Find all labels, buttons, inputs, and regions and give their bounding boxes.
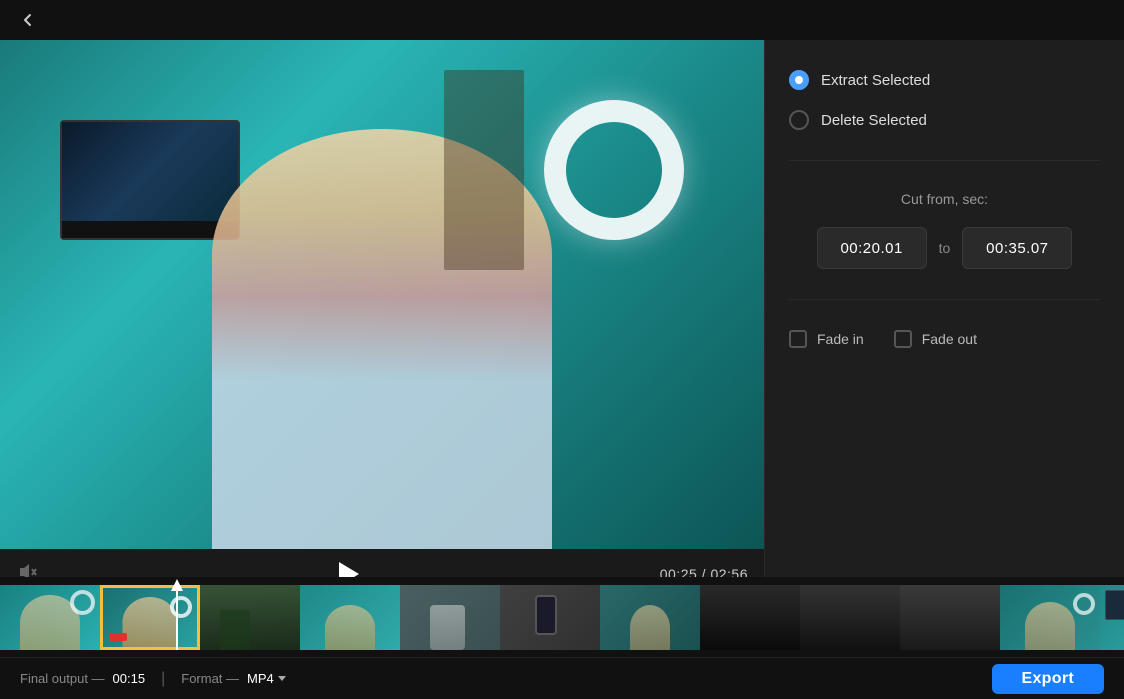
- final-output-value: 00:15: [113, 671, 146, 686]
- bottom-bar: Final output — 00:15 | Format — MP4 Expo…: [0, 657, 1124, 699]
- timeline-thumb-7[interactable]: [600, 585, 700, 650]
- fade-out-label: Fade out: [922, 331, 977, 347]
- ring-light-prop: [544, 100, 684, 240]
- playhead[interactable]: [176, 585, 178, 650]
- final-output-label: Final output —: [20, 671, 105, 686]
- format-select[interactable]: MP4: [247, 671, 286, 686]
- video-player[interactable]: [0, 40, 764, 549]
- format-value: MP4: [247, 671, 274, 686]
- options-section: Extract Selected Delete Selected: [789, 70, 1100, 161]
- timeline-inner: [0, 585, 1124, 650]
- delete-selected-label: Delete Selected: [821, 112, 927, 129]
- timeline-strip[interactable]: [0, 585, 1124, 650]
- delete-radio-button[interactable]: [789, 110, 809, 130]
- timeline-thumb-8[interactable]: [700, 585, 800, 650]
- separator-1: |: [161, 670, 165, 688]
- timeline-thumb-9[interactable]: [800, 585, 900, 650]
- video-frame: [0, 40, 764, 549]
- top-bar: [0, 0, 1124, 40]
- cut-from-input[interactable]: 00:20.01: [817, 227, 927, 269]
- export-button[interactable]: Export: [992, 664, 1104, 694]
- cut-inputs-row: 00:20.01 to 00:35.07: [789, 227, 1100, 269]
- to-separator: to: [939, 240, 951, 256]
- monitor-prop: [60, 120, 240, 240]
- chevron-down-icon: [278, 676, 286, 681]
- cut-from-label: Cut from, sec:: [789, 191, 1100, 207]
- fade-in-label: Fade in: [817, 331, 864, 347]
- back-button[interactable]: [14, 6, 42, 34]
- cut-to-input[interactable]: 00:35.07: [962, 227, 1072, 269]
- main-layout: 00:25 / 02:56 Extract Selected Delete Se…: [0, 40, 1124, 599]
- timeline-thumb-4[interactable]: [300, 585, 400, 650]
- timeline-thumb-6[interactable]: [500, 585, 600, 650]
- extract-selected-option[interactable]: Extract Selected: [789, 70, 1100, 90]
- right-panel: Extract Selected Delete Selected Cut fro…: [764, 40, 1124, 599]
- fade-out-option[interactable]: Fade out: [894, 330, 977, 348]
- timeline-section: [0, 577, 1124, 657]
- fade-in-option[interactable]: Fade in: [789, 330, 864, 348]
- timeline-thumb-1[interactable]: [0, 585, 100, 650]
- timeline-thumb-3[interactable]: [200, 585, 300, 650]
- timeline-thumb-12[interactable]: [1100, 585, 1124, 650]
- fade-in-checkbox[interactable]: [789, 330, 807, 348]
- fade-out-checkbox[interactable]: [894, 330, 912, 348]
- monitor-screen: [62, 122, 238, 221]
- timeline-thumb-5[interactable]: [400, 585, 500, 650]
- extract-selected-label: Extract Selected: [821, 72, 930, 89]
- extract-radio-button[interactable]: [789, 70, 809, 90]
- timeline-thumb-2[interactable]: [100, 585, 200, 650]
- delete-selected-option[interactable]: Delete Selected: [789, 110, 1100, 130]
- timeline-thumb-11[interactable]: [1000, 585, 1100, 650]
- format-label: Format —: [181, 671, 239, 686]
- fade-section: Fade in Fade out: [789, 325, 1100, 348]
- cut-section: Cut from, sec: 00:20.01 to 00:35.07: [789, 191, 1100, 300]
- timeline-thumb-10[interactable]: [900, 585, 1000, 650]
- video-section: 00:25 / 02:56: [0, 40, 764, 599]
